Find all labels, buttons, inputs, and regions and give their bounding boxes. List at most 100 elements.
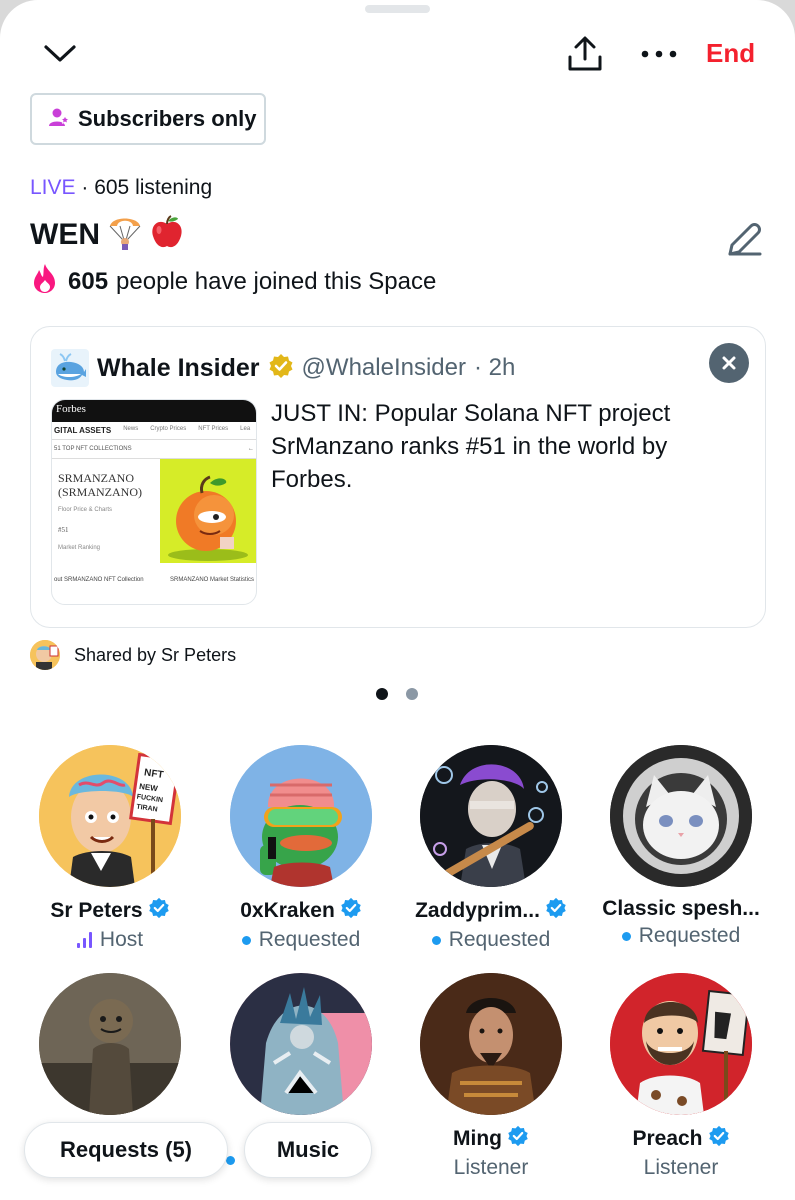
thumb-foot-right: SRMANZANO Market Statistics	[169, 577, 254, 583]
page-dot[interactable]	[406, 688, 418, 700]
participant-zaddyprim[interactable]: Zaddyprim... Requested	[396, 745, 586, 952]
joined-count: 605	[68, 267, 109, 295]
requested-dot-icon	[226, 1156, 235, 1165]
page-dot-active[interactable]	[376, 688, 388, 700]
participant-preach[interactable]: Preach Listener	[586, 973, 776, 1180]
participant-name-row: 0xKraken	[206, 897, 396, 925]
participant-unnamed-2[interactable]	[206, 973, 396, 1115]
thumb-nav: 51 TOP NFT COLLECTIONS ←	[52, 440, 256, 459]
participant-classic-spesh[interactable]: Classic spesh... Requested	[586, 745, 776, 948]
subscribers-icon	[48, 107, 70, 132]
tweet-author[interactable]: Whale Insider	[97, 354, 260, 383]
chevron-down-icon[interactable]	[38, 34, 82, 74]
space-sheet: End Subscribers only LIVE · 605 listenin…	[0, 0, 795, 1200]
participant-role-row: Listener	[396, 1156, 586, 1180]
live-status: LIVE · 605 listening	[30, 176, 212, 200]
participant-role-row: Requested	[586, 924, 776, 948]
avatar[interactable]	[230, 745, 372, 887]
thumb-section-bar: GITAL ASSETS News Crypto Prices NFT Pric…	[52, 422, 256, 440]
listening-count: 605 listening	[94, 176, 213, 199]
participant-unnamed-1[interactable]	[15, 973, 205, 1115]
avatar[interactable]	[230, 973, 372, 1115]
verified-badge-icon	[545, 897, 567, 925]
participant-role: Host	[99, 928, 144, 951]
drag-handle[interactable]	[365, 5, 430, 13]
share-upload-icon[interactable]	[560, 32, 610, 76]
requests-button[interactable]: Requests (5)	[24, 1122, 228, 1178]
whale-logo-icon	[51, 349, 89, 387]
end-space-button[interactable]: End	[706, 38, 755, 69]
pinned-tweet-card[interactable]: Whale Insider @WhaleInsider · 2h Forbes …	[30, 326, 766, 628]
participant-role: Listener	[453, 1156, 529, 1179]
shared-by-text: Shared by Sr Peters	[74, 644, 237, 665]
participant-name: Zaddyprim...	[415, 899, 540, 922]
participant-sr-peters[interactable]: NFT NEW FUCKIN TIRAN Sr Peters Host	[15, 745, 205, 952]
avatar[interactable]	[39, 973, 181, 1115]
avatar[interactable]: NFT NEW FUCKIN TIRAN	[39, 745, 181, 887]
tweet-handle[interactable]: @WhaleInsider	[302, 354, 466, 382]
more-horizontal-icon[interactable]	[636, 36, 682, 72]
avatar[interactable]	[610, 745, 752, 887]
live-label: LIVE	[30, 176, 76, 199]
tweet-text: JUST IN: Popular Solana NFT project SrMa…	[271, 400, 671, 493]
participant-ming[interactable]: Ming Listener	[396, 973, 586, 1180]
thumb-tab: News	[123, 426, 139, 432]
thumb-rank-label: Market Ranking	[58, 545, 101, 551]
badge-label: Subscribers only	[78, 106, 257, 131]
avatar[interactable]	[420, 973, 562, 1115]
tweet-time: · 2h	[473, 354, 516, 381]
arrow-left-icon: ←	[248, 446, 254, 452]
participant-name: 0xKraken	[240, 899, 335, 922]
avatar[interactable]	[420, 745, 562, 887]
thumb-section: GITAL ASSETS	[54, 426, 112, 435]
tweet-media-thumbnail[interactable]: Forbes GITAL ASSETS News Crypto Prices N…	[51, 399, 257, 605]
joined-stat: 605 people have joined this Space	[30, 262, 436, 301]
thumb-nav-label: 51 TOP NFT COLLECTIONS	[54, 446, 132, 452]
avatar	[30, 640, 60, 670]
verified-badge-icon	[507, 1125, 529, 1153]
avatar[interactable]	[610, 973, 752, 1115]
thumb-tab: NFT Prices	[198, 426, 229, 432]
requested-dot-icon	[431, 935, 441, 945]
space-header: End	[0, 28, 795, 80]
participant-role: Requested	[448, 928, 551, 951]
pagination-dots[interactable]	[376, 688, 418, 700]
participant-name: Classic spesh...	[602, 897, 760, 920]
thumb-rank: #51	[58, 526, 69, 534]
participant-role-row: Host	[15, 928, 205, 952]
participant-name-row: Classic spesh...	[586, 897, 776, 921]
thumb-footer: out SRMANZANO NFT Collection SRMANZANO M…	[52, 563, 256, 583]
participant-name-row: Zaddyprim...	[396, 897, 586, 925]
edit-pencil-icon[interactable]	[722, 218, 766, 262]
participant-role-row: Listener	[586, 1156, 776, 1180]
gold-verified-icon	[268, 353, 294, 384]
thumb-tab: Crypto Prices	[150, 426, 187, 432]
thumb-project-name: SRMANZANO (SRMANZANO)	[58, 471, 142, 499]
participant-name: Preach	[632, 1127, 703, 1150]
participant-0xkraken[interactable]: 0xKraken Requested	[206, 745, 396, 952]
speaking-bars-icon	[76, 932, 92, 948]
thumb-brand: Forbes	[52, 400, 256, 422]
participant-role: Requested	[638, 924, 741, 947]
fire-icon	[30, 262, 60, 301]
shared-by-row: Shared by Sr Peters	[30, 640, 236, 670]
close-icon[interactable]	[709, 343, 749, 383]
participant-name-row: Sr Peters	[15, 897, 205, 925]
status-separator: ·	[75, 176, 95, 199]
music-button[interactable]: Music	[244, 1122, 372, 1178]
thumb-body: SRMANZANO (SRMANZANO) Floor Price & Char…	[52, 459, 256, 563]
participant-role-row: Requested	[206, 928, 396, 952]
verified-badge-icon	[148, 897, 170, 925]
apple-icon	[150, 214, 184, 255]
participant-role-row: Requested	[396, 928, 586, 952]
subscribers-only-badge[interactable]: Subscribers only	[30, 93, 266, 145]
srmanzano-image	[160, 459, 256, 563]
verified-badge-icon	[340, 897, 362, 925]
participant-role: Listener	[643, 1156, 719, 1179]
thumb-tab: Lea	[240, 426, 251, 432]
joined-text: people have joined this Space	[116, 267, 437, 295]
participant-role: Requested	[258, 928, 361, 951]
participant-name: Ming	[453, 1127, 502, 1150]
thumb-project-sub: Floor Price & Charts	[58, 507, 113, 513]
tweet-header: Whale Insider @WhaleInsider · 2h	[51, 349, 515, 387]
